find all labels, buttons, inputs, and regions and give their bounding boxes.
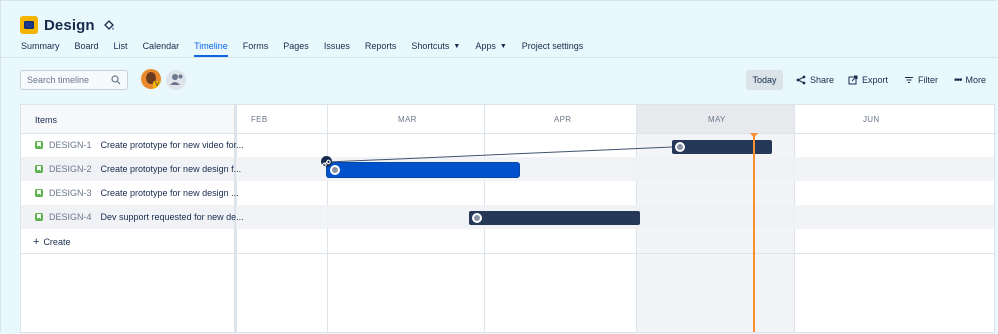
export-icon — [848, 75, 858, 85]
month-label: APR — [554, 115, 572, 124]
project-tabs: Summary Board List Calendar Timeline For… — [21, 41, 598, 57]
tab-label: Board — [74, 41, 99, 51]
tab-label: Apps — [475, 41, 496, 51]
tab-label: List — [113, 41, 128, 51]
issue-row-content: DESIGN-2 Create prototype for new design… — [35, 164, 241, 174]
tab-calendar[interactable]: Calendar — [143, 41, 180, 57]
tab-board[interactable]: Board — [75, 41, 99, 57]
timeline-grid: FEB MAR APR MAY JUN Items DESIGN-1 Creat… — [20, 104, 997, 333]
month-label: MAR — [398, 115, 417, 124]
list-item[interactable]: DESIGN-4 Dev support requested for new d… — [21, 205, 244, 229]
tab-label: Project settings — [521, 41, 584, 51]
chevron-down-icon: ▼ — [499, 43, 507, 50]
chevron-down-icon: ▼ — [453, 43, 461, 50]
tab-label: Issues — [323, 41, 350, 51]
export-button[interactable]: Export — [848, 70, 888, 90]
tab-label: Pages — [283, 41, 309, 51]
chain-link-icon — [322, 159, 331, 168]
tab-summary[interactable]: Summary — [21, 41, 60, 57]
items-header-label: Items — [35, 115, 58, 125]
filter-icon — [905, 77, 913, 83]
items-header: Items — [21, 105, 234, 134]
story-icon — [35, 189, 43, 197]
month-label: MAY — [708, 115, 726, 124]
tab-list[interactable]: List — [114, 41, 128, 57]
share-icon — [796, 75, 806, 85]
items-divider — [21, 253, 234, 254]
more-label: More — [965, 75, 987, 85]
month-header — [795, 105, 997, 134]
issue-key[interactable]: DESIGN-4 — [49, 212, 92, 222]
today-line — [753, 133, 755, 332]
issue-summary: Dev support requested for new de... — [100, 212, 244, 222]
tab-label: Forms — [242, 41, 269, 51]
timeline-bar-design-1[interactable] — [672, 140, 772, 154]
search-box — [20, 70, 128, 90]
project-avatar-icon[interactable] — [20, 16, 38, 34]
issue-key[interactable]: DESIGN-3 — [49, 188, 92, 198]
search-input[interactable] — [27, 75, 107, 85]
issue-row-content: DESIGN-1 Create prototype for new video … — [35, 140, 244, 150]
assignee-avatar-icon — [675, 142, 685, 152]
story-icon — [35, 141, 43, 149]
add-people-button[interactable] — [166, 70, 186, 90]
issue-summary: Create prototype for new design ... — [100, 188, 239, 198]
more-dots-icon: ••• — [954, 74, 962, 86]
tab-label: Summary — [21, 41, 60, 51]
list-item[interactable]: DESIGN-2 Create prototype for new design… — [21, 157, 241, 181]
project-header: Design — [20, 13, 115, 37]
link-icon[interactable] — [321, 156, 332, 168]
tab-forms[interactable]: Forms — [243, 41, 269, 57]
timeline-toolbar: V Today Share Export Filter ••• — [20, 69, 998, 92]
share-label: Share — [810, 75, 835, 85]
list-item[interactable]: DESIGN-1 Create prototype for new video … — [21, 133, 244, 157]
tab-project-settings[interactable]: Project settings — [522, 41, 584, 57]
timeline-bar-design-2[interactable] — [327, 163, 519, 177]
tab-timeline[interactable]: Timeline — [194, 41, 228, 57]
issue-row-content: DESIGN-3 Create prototype for new design… — [35, 188, 239, 198]
page-title: Design — [44, 16, 95, 34]
share-button[interactable]: Share — [796, 70, 834, 90]
tab-reports[interactable]: Reports — [365, 41, 397, 57]
tab-apps[interactable]: Apps ▼ — [475, 41, 506, 57]
timeline-row-divider — [236, 253, 994, 254]
month-label: JUN — [863, 115, 880, 124]
story-icon — [35, 213, 43, 221]
tab-label: Shortcuts — [411, 41, 450, 51]
tab-label: Calendar — [142, 41, 180, 51]
export-label: Export — [862, 75, 889, 85]
user-avatar[interactable]: V — [141, 69, 161, 89]
filter-button[interactable]: Filter — [904, 70, 938, 90]
list-item[interactable]: DESIGN-3 Create prototype for new design… — [21, 181, 239, 205]
today-label: Today — [752, 75, 777, 85]
issue-summary: Create prototype for new video for... — [100, 140, 244, 150]
tab-issues[interactable]: Issues — [324, 41, 350, 57]
tab-label: Timeline — [194, 41, 228, 51]
month-label: FEB — [251, 115, 268, 124]
tab-shortcuts[interactable]: Shortcuts ▼ — [411, 41, 460, 57]
more-button[interactable]: ••• More — [954, 70, 986, 90]
search-icon — [111, 75, 121, 85]
issue-key[interactable]: DESIGN-1 — [49, 140, 92, 150]
items-column: Items DESIGN-1 Create prototype for new … — [21, 105, 244, 332]
create-issue-button[interactable]: + Create — [33, 236, 70, 248]
create-label: Create — [43, 237, 71, 247]
add-user-icon — [170, 74, 183, 85]
tab-label: Reports — [364, 41, 397, 51]
issue-summary: Create prototype for new design f... — [100, 164, 242, 174]
paint-bucket-icon[interactable] — [103, 19, 115, 31]
avatar-badge: V — [153, 81, 161, 89]
assignee-avatar-icon — [472, 213, 482, 223]
tab-pages[interactable]: Pages — [283, 41, 309, 57]
today-button[interactable]: Today — [746, 70, 783, 90]
header-divider — [0, 57, 998, 58]
issue-row-content: DESIGN-4 Dev support requested for new d… — [35, 212, 244, 222]
filter-label: Filter — [918, 75, 938, 85]
timeline-bar-design-4[interactable] — [469, 211, 640, 225]
plus-icon: + — [33, 236, 40, 248]
issue-key[interactable]: DESIGN-2 — [49, 164, 92, 174]
story-icon — [35, 165, 43, 173]
